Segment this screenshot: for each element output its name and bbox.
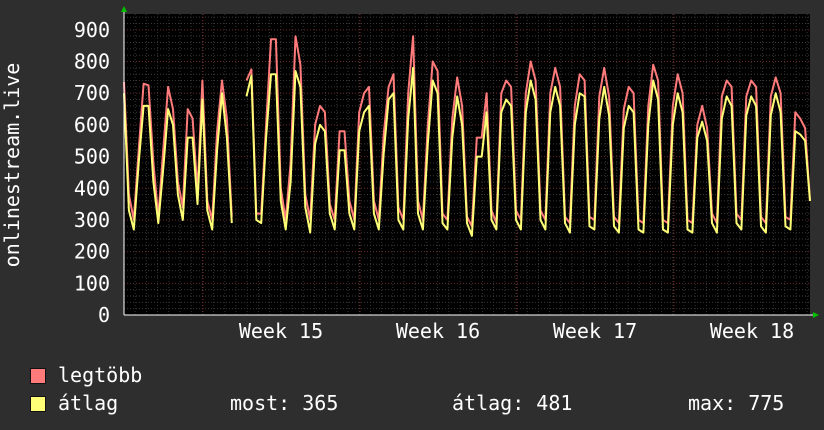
- y-axis-label: onlinestream.live: [0, 63, 24, 268]
- x-tick-label: Week 18: [710, 319, 794, 340]
- y-tick-label: 700: [74, 81, 110, 105]
- y-tick-label: 600: [74, 113, 110, 137]
- legend-row-legtobb: legtöbb: [30, 362, 810, 388]
- y-tick-label: 400: [74, 176, 110, 200]
- legend-row-atlag: átlag most: 365 átlag: 481 max: 775: [30, 390, 810, 416]
- stat-average: átlag: 481: [452, 391, 573, 415]
- legend-label-atlag: átlag: [58, 391, 119, 415]
- y-tick-label: 900: [74, 18, 110, 42]
- y-tick-label: 300: [74, 208, 110, 232]
- line-chart: 0 100 200 300 400 500 600 700 800 900 Week 15 Week …: [0, 6, 819, 340]
- y-axis-arrow: [121, 6, 127, 12]
- plot-background: [124, 14, 810, 315]
- plot-grid: [123, 14, 810, 315]
- legend-swatch-atlag: [30, 396, 46, 412]
- stat-max: max: 775: [688, 391, 785, 415]
- y-tick-label: 0: [98, 303, 110, 327]
- y-tick-label: 800: [74, 50, 110, 74]
- y-tick-label: 100: [74, 271, 110, 295]
- y-tick-label: 500: [74, 145, 110, 169]
- x-tick-label: Week 17: [553, 319, 637, 340]
- legend-swatch-legtobb: [30, 368, 46, 384]
- legend-label-legtobb: legtöbb: [58, 363, 143, 387]
- x-axis-arrow: [813, 312, 819, 318]
- x-tick-label: Week 15: [239, 319, 323, 340]
- x-tick-label: Week 16: [396, 319, 480, 340]
- legend: legtöbb átlag most: 365 átlag: 481 max: …: [30, 360, 810, 420]
- y-tick-label: 200: [74, 240, 110, 264]
- stat-most: most: 365: [230, 391, 339, 415]
